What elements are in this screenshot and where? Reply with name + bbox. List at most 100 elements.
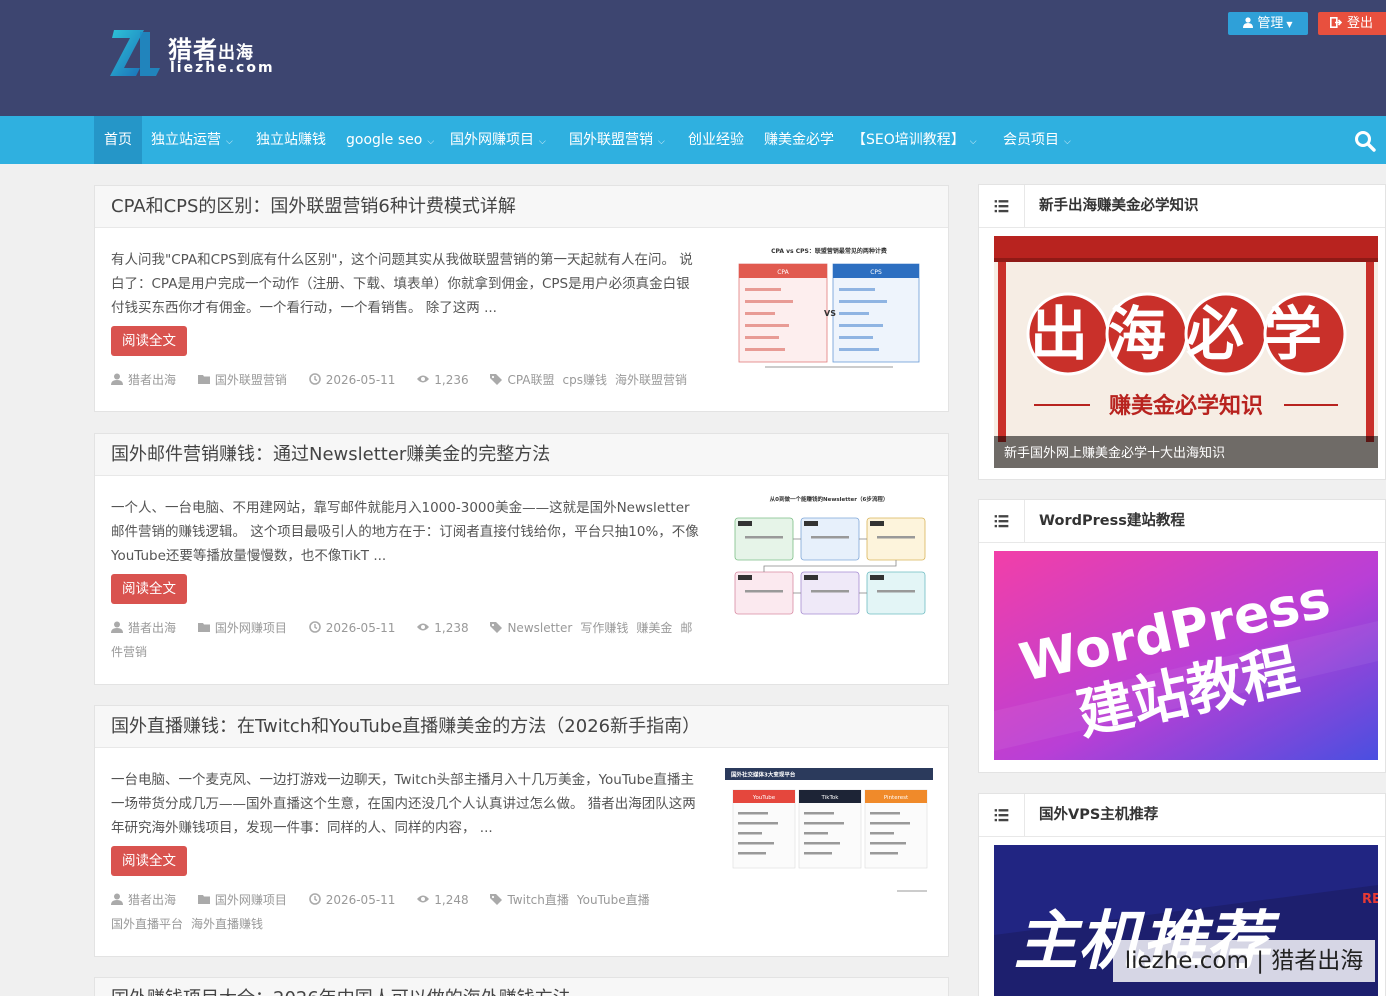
thumb-title: 国外社交媒体3大变现平台 [731, 771, 796, 779]
list-icon [994, 794, 1025, 836]
nav-item-seo-training[interactable]: 【SEO培训教程】 ⌵ [852, 116, 977, 164]
post-author[interactable]: 猎者出海 [111, 373, 176, 387]
tag-link[interactable]: Twitch直播 [507, 893, 568, 907]
eye-icon [417, 623, 430, 631]
post-views: 1,236 [417, 373, 469, 387]
read-more-button[interactable]: 阅读全文 [111, 846, 187, 876]
post-tags: CPA联盟 cps赚钱 海外联盟营销 [490, 373, 695, 387]
post-category[interactable]: 国外联盟营销 [197, 373, 287, 387]
nav-item-google-seo[interactable]: google seo ⌵ [346, 116, 434, 164]
folder-icon [197, 895, 210, 904]
tag-link[interactable]: CPA联盟 [507, 373, 554, 387]
post-title[interactable]: 国外邮件营销赚钱：通过Newsletter赚美金的完整方法 [95, 434, 948, 476]
widget-header: 国外VPS主机推荐 [979, 794, 1385, 837]
user-icon [111, 621, 123, 633]
post-excerpt: 一个人、一台电脑、不用建网站，靠写邮件就能月入1000-3000美金——这就是国… [111, 500, 699, 564]
tag-link[interactable]: YouTube直播 [577, 893, 650, 907]
site-logo[interactable]: 猎者出海 liezhe.com [110, 28, 280, 80]
chevron-down-icon: ▼ [1286, 20, 1293, 29]
post-thumbnail[interactable]: CPA vs CPS：联盟营销最常见的两种计费 CPA CPS VS [725, 242, 933, 370]
post-title[interactable]: 国外直播赚钱：在Twitch和YouTube直播赚美金的方法（2026新手指南） [95, 706, 948, 748]
post-author[interactable]: 猎者出海 [111, 621, 176, 635]
chevron-down-icon: ⌵ [226, 137, 233, 147]
widget-header: WordPress建站教程 [979, 500, 1385, 543]
nav-item-label: 【SEO培训教程】 [852, 132, 965, 148]
social-platforms-thumbnail-graphic: 国外社交媒体3大变现平台 YouTube TikTok Pinterest [725, 768, 933, 892]
nav-item-home[interactable]: 首页 [94, 116, 142, 164]
watermark-overlay: liezhe.com | 猎者出海 [1113, 940, 1375, 982]
logout-button[interactable]: 登出 [1318, 12, 1386, 35]
tag-link[interactable]: 海外联盟营销 [615, 373, 687, 387]
tag-link[interactable]: 写作赚钱 [580, 621, 628, 635]
widget-title[interactable]: 国外VPS主机推荐 [1039, 794, 1158, 837]
admin-button[interactable]: 管理 ▼ [1228, 12, 1308, 35]
post-thumbnail[interactable]: 从0到做一个能赚钱的Newsletter（6步流程） [725, 494, 933, 622]
widget-banner[interactable]: WordPress 建站教程 [994, 551, 1378, 760]
logout-button-label: 登出 [1347, 16, 1374, 31]
eye-icon [417, 375, 430, 383]
widget-title[interactable]: WordPress建站教程 [1039, 500, 1185, 543]
post-card: CPA和CPS的区别：国外联盟营销6种计费模式详解 有人问我"CPA和CPS到底… [94, 185, 949, 412]
post-views: 1,248 [417, 893, 469, 907]
admin-button-label: 管理 [1257, 16, 1284, 31]
post-category[interactable]: 国外网赚项目 [197, 621, 287, 635]
chevron-down-icon: ⌵ [539, 137, 546, 147]
tag-link[interactable]: cps赚钱 [563, 373, 607, 387]
nav-item-must-learn[interactable]: 赚美金必学 [764, 116, 834, 164]
tags-icon [490, 622, 503, 633]
post-meta: 猎者出海 国外网赚项目 2026-05-11 1,248 Twitch直播 You… [111, 888, 701, 936]
eye-icon [417, 895, 430, 903]
chevron-down-icon: ⌵ [969, 137, 977, 147]
widget-banner[interactable]: 出海必学 赚美金必学知识 新手国外网上赚美金必学十大出海知识 [994, 236, 1378, 468]
widget-header: 新手出海赚美金必学知识 [979, 185, 1385, 228]
chevron-down-icon: ⌵ [658, 137, 665, 147]
nav-item-affiliate[interactable]: 国外联盟营销 ⌵ [569, 116, 665, 164]
thumb-cps-label: CPS [870, 269, 882, 276]
cpa-vs-cps-thumbnail-graphic: CPA vs CPS：联盟营销最常见的两种计费 CPA CPS VS [738, 247, 920, 368]
tag-link[interactable]: 赚美金 [636, 621, 672, 635]
post-title[interactable]: 国外赚钱项目大全：2026年中国人可以做的海外赚钱方法 [95, 978, 948, 996]
post-category[interactable]: 国外网赚项目 [197, 893, 287, 907]
post-title[interactable]: CPA和CPS的区别：国外联盟营销6种计费模式详解 [95, 186, 948, 228]
wordpress-banner-graphic: WordPress 建站教程 [994, 551, 1378, 760]
post-card: 国外邮件营销赚钱：通过Newsletter赚美金的完整方法 一个人、一台电脑、不… [94, 433, 949, 685]
post-thumbnail[interactable]: 国外社交媒体3大变现平台 YouTube TikTok Pinterest [725, 766, 933, 894]
thumb-youtube-label: YouTube [752, 795, 776, 801]
nav-item-startup[interactable]: 创业经验 [688, 116, 744, 164]
widget-title[interactable]: 新手出海赚美金必学知识 [1039, 185, 1199, 228]
chevron-down-icon: ⌵ [1064, 137, 1071, 147]
post-meta: 猎者出海 国外联盟营销 2026-05-11 1,236 CPA联盟 cps赚钱海… [111, 368, 701, 392]
nav-item-store-operation[interactable]: 独立站运营 ⌵ [151, 116, 233, 164]
tag-link[interactable]: Newsletter [507, 621, 572, 635]
nav-item-membership[interactable]: 会员项目 ⌵ [1003, 116, 1071, 164]
post-card: 国外直播赚钱：在Twitch和YouTube直播赚美金的方法（2026新手指南）… [94, 705, 949, 957]
read-more-button[interactable]: 阅读全文 [111, 574, 187, 604]
post-date: 2026-05-11 [308, 621, 395, 635]
read-more-button[interactable]: 阅读全文 [111, 326, 187, 356]
banner-main-text: 出海必学 [1030, 300, 1342, 368]
nav-item-label: google seo [346, 132, 423, 148]
banner-sub-text: 赚美金必学知识 [1109, 393, 1263, 419]
tags-icon [490, 894, 503, 905]
tag-link[interactable]: 国外直播平台 [111, 917, 183, 931]
thumb-pinterest-label: Pinterest [884, 795, 909, 801]
nav-item-label: 创业经验 [688, 132, 744, 148]
tag-link[interactable]: 海外直播赚钱 [191, 917, 263, 931]
nav-item-store-money[interactable]: 独立站赚钱 [256, 116, 326, 164]
sidebar-widget: WordPress建站教程 WordPress 建站教程 [978, 499, 1386, 773]
post-date: 2026-05-11 [308, 893, 395, 907]
nav-item-online-projects[interactable]: 国外网赚项目 ⌵ [450, 116, 546, 164]
post-excerpt: 有人问我"CPA和CPS到底有什么区别"，这个问题其实从我做联盟营销的第一天起就… [111, 252, 693, 316]
logo-mark-icon [110, 30, 160, 76]
clock-icon [308, 621, 321, 633]
logout-icon [1330, 17, 1343, 28]
clock-icon [308, 373, 321, 385]
site-header: 猎者出海 liezhe.com 管理 ▼ 登出 [0, 0, 1386, 116]
thumb-cpa-label: CPA [777, 269, 789, 276]
thumb-title: CPA vs CPS：联盟营销最常见的两种计费 [771, 247, 887, 255]
nav-item-label: 会员项目 [1003, 132, 1059, 148]
user-icon [1243, 17, 1254, 28]
post-author[interactable]: 猎者出海 [111, 893, 176, 907]
search-icon[interactable] [1354, 130, 1376, 152]
nav-item-label: 首页 [104, 132, 132, 148]
